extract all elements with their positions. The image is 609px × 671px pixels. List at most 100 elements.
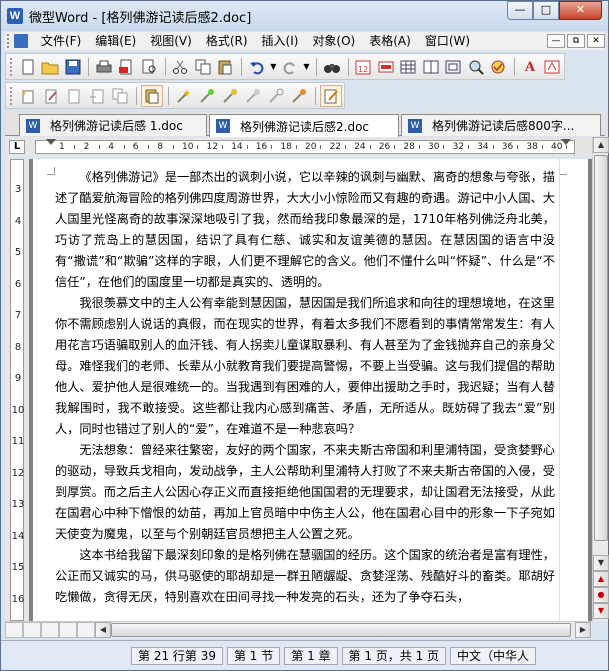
menu-table[interactable]: 表格(A) (362, 32, 418, 50)
scroll-down-button[interactable]: ▼ (593, 555, 609, 571)
ruler-tick (394, 145, 396, 149)
print-icon[interactable] (93, 56, 114, 78)
menu-view[interactable]: 视图(V) (143, 32, 199, 50)
scroll-right-button[interactable]: ▶ (575, 622, 591, 638)
wand-star-icon[interactable] (173, 85, 195, 107)
normal-view-button[interactable] (5, 622, 23, 638)
new-document-icon[interactable] (17, 56, 38, 78)
outline-view-button[interactable] (59, 622, 77, 638)
frame-icon[interactable] (443, 56, 464, 78)
next-page-button[interactable]: ▼ (593, 603, 609, 619)
wand-outline-icon[interactable] (265, 85, 287, 107)
close-button[interactable]: ✕ (559, 1, 602, 20)
document-area[interactable]: 《格列佛游记》是一部杰出的讽刺小说，它以辛辣的讽刺与幽默、离奇的想象与夸张，描述… (29, 159, 592, 621)
redo-icon[interactable] (279, 56, 300, 78)
columns-icon[interactable] (420, 56, 441, 78)
tab-stop-selector[interactable]: L (9, 140, 25, 154)
maximize-button[interactable]: □ (533, 1, 559, 20)
doc-restore-button[interactable]: ⧉ (567, 34, 585, 48)
vertical-scroll-thumb[interactable] (594, 155, 608, 541)
menu-window[interactable]: 窗口(W) (418, 32, 477, 50)
reading-view-button[interactable] (77, 622, 95, 638)
menu-object[interactable]: 对象(O) (305, 32, 362, 50)
previous-page-button[interactable]: ▲ (593, 571, 609, 587)
toolbar-grip[interactable] (10, 57, 13, 76)
svg-text:12: 12 (358, 65, 368, 74)
cut-icon[interactable] (170, 56, 191, 78)
scroll-up-button[interactable]: ▲ (593, 137, 609, 153)
document-tab-bar: W 格列佛游记读后感 1.doc W 格列佛游记读后感2.doc W 格列佛游记… (5, 112, 605, 137)
menu-file[interactable]: 文件(F) (34, 32, 88, 50)
word-app-icon[interactable]: W (7, 8, 23, 24)
insert-table-icon[interactable] (398, 56, 419, 78)
document-menu-icon[interactable] (14, 34, 28, 48)
paragraph[interactable]: 无法想象：曾经来往繁密，友好的两个国家，不来夫斯古帝国和利里浦特国，受贪婪野心的… (55, 440, 555, 545)
horizontal-scrollbar[interactable]: ◀ ▶ (5, 621, 592, 638)
menu-grip[interactable] (7, 34, 10, 48)
menu-format[interactable]: 格式(R) (199, 32, 255, 50)
tab-document-1[interactable]: W 格列佛游记读后感 1.doc (19, 114, 207, 136)
pdf-export-icon[interactable] (116, 56, 137, 78)
wand-orange-icon[interactable] (288, 85, 310, 107)
ruler-tick (221, 145, 223, 149)
print-view-button[interactable] (41, 622, 59, 638)
paragraph[interactable]: 这本书给我留下最深刻印象的是格列佛在慧骃国的经历。这个国家的统治者是富有理性，公… (55, 545, 555, 608)
toolbar-separator (513, 57, 515, 76)
font-color-icon[interactable]: A (519, 56, 540, 78)
tab-document-3[interactable]: W 格列佛游记读后感800字... (401, 114, 601, 136)
edit-document-icon[interactable] (40, 85, 62, 107)
paragraph[interactable]: 《格列佛游记》是一部杰出的讽刺小说，它以辛辣的讽刺与幽默、离奇的想象与夸张，描述… (55, 167, 555, 293)
find-binoculars-icon[interactable] (321, 56, 342, 78)
doc-minimize-button[interactable]: — (547, 34, 565, 48)
ruler-number: 20 (305, 142, 317, 152)
status-line-column: 第 21 行第 39 (131, 646, 223, 665)
minimize-button[interactable]: — (507, 1, 533, 20)
spelling-check-icon[interactable] (487, 56, 508, 78)
ruler-number: 26 (378, 142, 391, 152)
title-bar[interactable]: W 微型Word - [格列佛游记读后感2.doc] — □ ✕ (1, 1, 608, 31)
paste-icon[interactable] (215, 56, 236, 78)
ruler-tick (246, 145, 248, 149)
save-icon[interactable] (62, 56, 83, 78)
vertical-ruler[interactable]: 3 4 5 6 7 8 9 10 11 12 13 14 15 16 (5, 159, 29, 621)
horizontal-ruler[interactable]: L 1 2 4 6 8 10 12 14 16 18 20 22 24 26 28 30 32 34 36 38 40 (5, 137, 605, 157)
word-doc-icon: W (408, 118, 422, 133)
undo-dropdown-icon[interactable]: ▼ (268, 56, 278, 78)
menu-insert[interactable]: 插入(I) (255, 32, 306, 50)
copy-document-icon[interactable] (109, 85, 131, 107)
scroll-left-button[interactable]: ◀ (95, 622, 111, 638)
undo-icon[interactable] (246, 56, 267, 78)
move-document-icon[interactable] (86, 85, 108, 107)
delete-document-icon[interactable] (63, 85, 85, 107)
open-folder-icon[interactable] (39, 56, 60, 78)
wand-yellow-icon[interactable] (219, 85, 241, 107)
highlight-icon[interactable] (541, 56, 562, 78)
paragraph[interactable]: 我很羡慕文中的主人公有幸能到慧因国，慧因国是我们所追求和向往的理想境地，在这里你… (55, 293, 555, 440)
new-file-star-icon[interactable] (17, 85, 39, 107)
redo-dropdown-icon[interactable]: ▼ (302, 56, 312, 78)
ruler-number: 40 (551, 142, 563, 152)
copy-icon[interactable] (192, 56, 213, 78)
vertical-scrollbar[interactable]: ▲ ▼ ▲ ● ▼ (592, 137, 609, 621)
document-page[interactable]: 《格列佛游记》是一部杰出的讽刺小说，它以辛辣的讽刺与幽默、离奇的想象与夸张，描述… (33, 159, 588, 621)
horizontal-scroll-thumb[interactable] (111, 623, 571, 637)
menu-bar: 文件(F) 编辑(E) 视图(V) 格式(R) 插入(I) 对象(O) 表格(A… (5, 32, 605, 50)
first-line-indent-marker[interactable] (46, 139, 56, 145)
wand-gray-icon[interactable] (242, 85, 264, 107)
doc-close-button[interactable]: ✕ (587, 34, 605, 48)
tab-document-2[interactable]: W 格列佛游记读后感2.doc (209, 114, 399, 137)
web-view-button[interactable] (23, 622, 41, 638)
insert-field-icon[interactable] (375, 56, 396, 78)
horizontal-scroll-track[interactable]: ◀ ▶ (95, 622, 592, 639)
toolbar-grip[interactable] (10, 86, 13, 105)
edit-note-icon[interactable] (320, 84, 342, 107)
browse-object-button[interactable]: ● (593, 587, 609, 603)
ruler-track: 1 2 4 6 8 10 12 14 16 18 20 22 24 26 28 30 32 34 36 38 40 (35, 139, 575, 154)
print-preview-icon[interactable] (138, 56, 159, 78)
document-body[interactable]: 《格列佛游记》是一部杰出的讽刺小说，它以辛辣的讽刺与幽默、离奇的想象与夸张，描述… (55, 167, 555, 608)
calendar-date-icon[interactable]: 12 (353, 56, 374, 78)
wand-green-icon[interactable] (196, 85, 218, 107)
clipboard-stack-icon[interactable] (141, 84, 163, 107)
menu-edit[interactable]: 编辑(E) (88, 32, 143, 50)
zoom-icon[interactable] (465, 56, 486, 78)
